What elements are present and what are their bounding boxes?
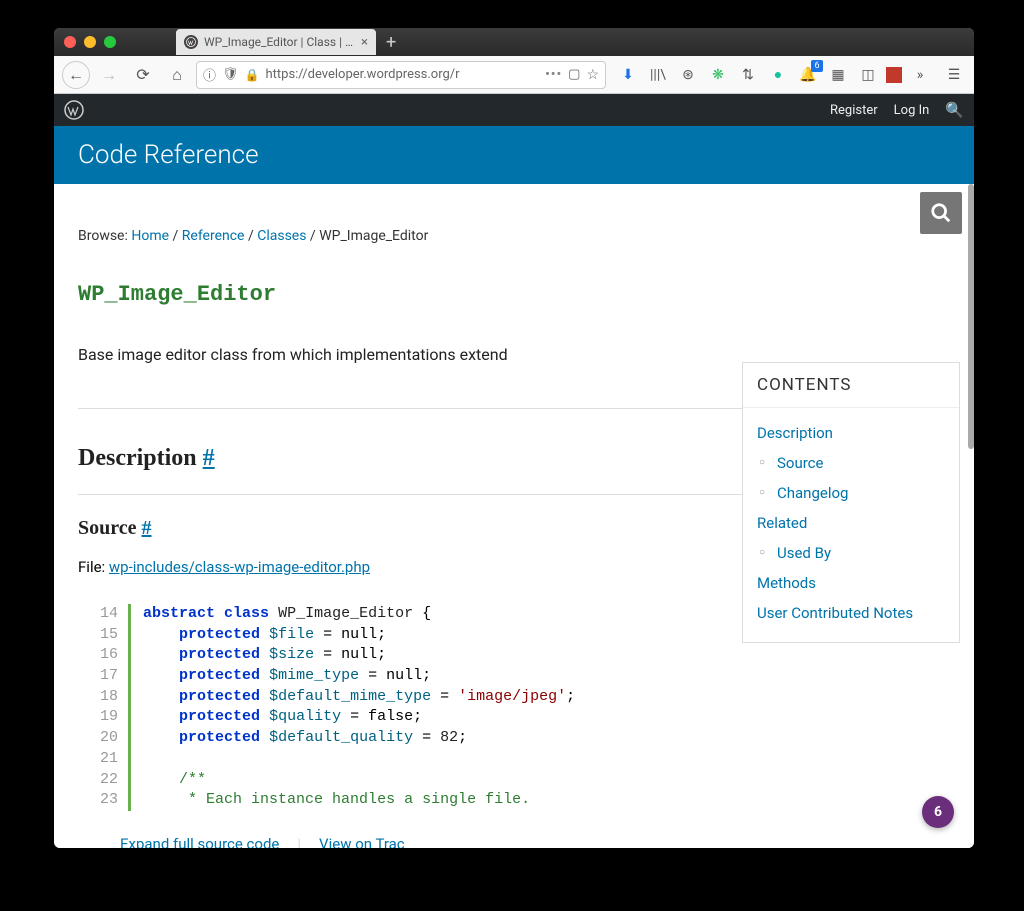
- grammarly-icon[interactable]: ●: [766, 63, 790, 87]
- breadcrumb-current: WP_Image_Editor: [319, 228, 428, 244]
- back-button[interactable]: ←: [62, 61, 90, 89]
- pocket-icon[interactable]: ▢: [568, 67, 580, 82]
- toc-item: Source: [757, 448, 945, 478]
- source-links: Expand full source code | View on Trac: [120, 835, 944, 848]
- toc-link[interactable]: Used By: [777, 544, 831, 562]
- reload-button[interactable]: ⟳: [128, 60, 158, 90]
- tab-close-icon[interactable]: ×: [361, 35, 368, 50]
- address-bar[interactable]: ⓘ 🛡 🔒 https://developer.wordpress.org/r …: [196, 61, 606, 89]
- info-icon: ⓘ: [203, 65, 216, 84]
- toc-link[interactable]: Methods: [757, 574, 816, 592]
- lock-icon: 🔒: [245, 68, 260, 82]
- url-toolbar: ← → ⟳ ⌂ ⓘ 🛡 🔒 https://developer.wordpres…: [54, 56, 974, 94]
- sidebar-icon[interactable]: ◫: [856, 63, 880, 87]
- wordpress-favicon-icon: [184, 35, 198, 49]
- toc-link[interactable]: User Contributed Notes: [757, 604, 913, 622]
- breadcrumb-reference[interactable]: Reference: [182, 228, 245, 244]
- toc-link[interactable]: Changelog: [777, 484, 848, 502]
- extension-icon-3[interactable]: [886, 67, 902, 83]
- notification-badge[interactable]: 6: [922, 796, 954, 828]
- forward-button[interactable]: →: [94, 60, 124, 90]
- url-text: https://developer.wordpress.org/r: [265, 67, 539, 82]
- site-banner: Code Reference: [54, 126, 974, 184]
- banner-title: Code Reference: [78, 140, 259, 170]
- evernote-icon[interactable]: ❋: [706, 63, 730, 87]
- scrollbar[interactable]: [968, 184, 974, 449]
- source-anchor[interactable]: #: [142, 517, 152, 539]
- page-content: Browse: Home / Reference / Classes / WP_…: [54, 184, 974, 848]
- minimize-window-button[interactable]: [84, 36, 96, 48]
- overflow-icon[interactable]: »: [908, 63, 932, 87]
- toc-link[interactable]: Source: [777, 454, 823, 472]
- bookmark-star-icon[interactable]: ☆: [586, 67, 599, 83]
- download-icon[interactable]: ⬇: [616, 63, 640, 87]
- hamburger-menu-icon[interactable]: ☰: [942, 63, 966, 87]
- breadcrumb-classes[interactable]: Classes: [257, 228, 306, 244]
- toc-item: Methods: [757, 568, 945, 598]
- new-tab-button[interactable]: +: [386, 32, 396, 53]
- toc-item: Description: [757, 418, 945, 448]
- page-actions-icon[interactable]: •••: [545, 67, 562, 82]
- toolbar-icons: ⬇ |||\ ⊛ ❋ ⇅ ● 🔔6 ▦ ◫ » ☰: [616, 63, 966, 87]
- code-lines: abstract class WP_Image_Editor { protect…: [131, 604, 575, 811]
- shield-icon: 🛡: [222, 67, 239, 82]
- tab-title: WP_Image_Editor | Class | Word: [204, 35, 355, 49]
- toc-item: User Contributed Notes: [757, 598, 945, 628]
- description-anchor[interactable]: #: [203, 445, 215, 471]
- line-numbers: 14151617181920212223: [100, 604, 131, 811]
- register-link[interactable]: Register: [830, 103, 878, 118]
- extension-icon-2[interactable]: ▦: [826, 63, 850, 87]
- browser-window: WP_Image_Editor | Class | Word × + ← → ⟳…: [54, 28, 974, 848]
- breadcrumb-label: Browse:: [78, 228, 128, 244]
- source-file-link[interactable]: wp-includes/class-wp-image-editor.php: [109, 558, 370, 576]
- library-icon[interactable]: |||\: [646, 63, 670, 87]
- wordpress-admin-bar: Register Log In 🔍: [54, 94, 974, 126]
- toc-item: Related: [757, 508, 945, 538]
- lastpass-icon[interactable]: ⊛: [676, 63, 700, 87]
- contents-list: Description Source Changelog Related Used By…: [743, 408, 959, 642]
- expand-source-link[interactable]: Expand full source code: [120, 835, 279, 848]
- extension-icon-1[interactable]: ⇅: [736, 63, 760, 87]
- traffic-lights: [64, 36, 116, 48]
- bell-badge: 6: [811, 60, 823, 72]
- toc-link[interactable]: Description: [757, 424, 833, 442]
- toc-item: Changelog: [757, 478, 945, 508]
- browser-tab[interactable]: WP_Image_Editor | Class | Word ×: [176, 29, 376, 55]
- toc-item: Used By: [757, 538, 945, 568]
- close-window-button[interactable]: [64, 36, 76, 48]
- breadcrumb: Browse: Home / Reference / Classes / WP_…: [78, 228, 944, 244]
- page-title: WP_Image_Editor: [78, 282, 944, 307]
- wordpress-logo-icon[interactable]: [64, 100, 84, 120]
- zoom-window-button[interactable]: [104, 36, 116, 48]
- login-link[interactable]: Log In: [894, 103, 930, 118]
- contents-heading: CONTENTS: [743, 363, 959, 408]
- notification-bell-icon[interactable]: 🔔6: [796, 63, 820, 87]
- home-button[interactable]: ⌂: [162, 60, 192, 90]
- view-trac-link[interactable]: View on Trac: [319, 835, 405, 848]
- toc-link[interactable]: Related: [757, 514, 807, 532]
- wpbar-search-icon[interactable]: 🔍: [945, 101, 964, 119]
- breadcrumb-home[interactable]: Home: [131, 228, 169, 244]
- titlebar: WP_Image_Editor | Class | Word × +: [54, 28, 974, 56]
- contents-panel: CONTENTS Description Source Changelog Relat…: [742, 362, 960, 643]
